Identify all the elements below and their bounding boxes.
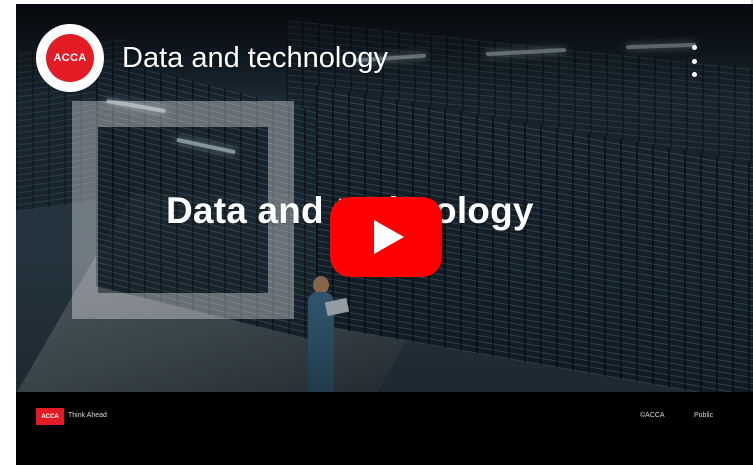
menu-dot [691, 72, 697, 77]
video-title-link[interactable]: Data and technology [122, 42, 388, 75]
play-icon [374, 220, 404, 254]
end-card-footer: ACCA Think Ahead ©ACCA Public [16, 392, 753, 465]
menu-dot [691, 45, 697, 50]
play-button[interactable] [330, 197, 442, 277]
video-player[interactable]: Data and technology ACCA Data and techno… [16, 4, 753, 465]
menu-dot [691, 58, 697, 64]
footer-copyright: ©ACCA [640, 412, 665, 419]
more-vert-icon[interactable] [682, 42, 706, 80]
footer-visibility: Public [694, 412, 714, 419]
acca-logo: ACCA [46, 34, 94, 82]
channel-avatar[interactable]: ACCA [36, 24, 104, 92]
video-thumbnail[interactable]: Data and technology ACCA Data and techno… [16, 4, 753, 392]
footer-acca-logo: ACCA [36, 408, 64, 425]
footer-tagline: Think Ahead [68, 412, 107, 419]
